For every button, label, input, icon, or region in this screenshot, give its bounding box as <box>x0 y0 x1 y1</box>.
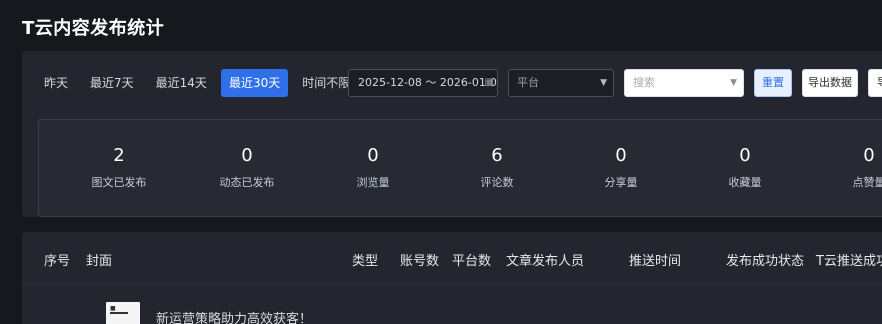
content-table: 序号 封面 类型 账号数 平台数 文章发布人员 推送时间 发布成功状态 T云推送… <box>22 232 882 324</box>
column-header: 封面 <box>86 254 113 269</box>
export-data-button[interactable]: 导出数据 <box>802 69 858 97</box>
stat-item: 0 收藏量 <box>695 146 795 190</box>
column-header: 推送时间 <box>629 254 682 269</box>
stat-label: 分享量 <box>604 176 638 189</box>
stats-summary: 2 图文已发布 0 动态已发布 0 浏览量 6 评论数 0 分享量 0 收藏量 … <box>38 119 882 217</box>
chevron-down-icon: ▼ <box>730 78 737 88</box>
thumbnail-mark-icon: ■ <box>110 305 116 312</box>
stat-item: 6 评论数 <box>447 146 547 190</box>
filter-panel: 昨天 最近7天 最近14天 最近30天 时间不限 2025-12-08 ～ 20… <box>22 51 882 217</box>
platform-placeholder: 平台 <box>517 76 539 89</box>
column-header: 序号 <box>44 254 71 269</box>
stat-value: 0 <box>863 145 875 166</box>
stat-value: 2 <box>113 145 125 166</box>
stat-item: 0 点赞量 <box>819 146 882 190</box>
reset-button[interactable]: 重置 <box>754 69 792 97</box>
stat-value: 0 <box>367 145 379 166</box>
table-row[interactable]: ■ 新运营策略助力高效获客！ <box>22 284 882 324</box>
column-header: 发布成功状态 <box>726 254 805 269</box>
table-header: 序号 封面 类型 账号数 平台数 文章发布人员 推送时间 发布成功状态 T云推送… <box>22 232 882 284</box>
chevron-down-icon: ▼ <box>600 78 607 88</box>
column-header: 类型 <box>352 254 379 269</box>
stat-label: 图文已发布 <box>91 176 147 189</box>
column-header: 平台数 <box>452 254 492 269</box>
platform-select[interactable]: 平台 ▼ <box>508 69 614 97</box>
range-tab-yesterday[interactable]: 昨天 <box>36 69 76 97</box>
date-range-tabs: 昨天 最近7天 最近14天 最近30天 时间不限 <box>36 69 358 97</box>
stat-value: 0 <box>615 145 627 166</box>
stat-item: 2 图文已发布 <box>69 146 169 190</box>
stat-label: 浏览量 <box>356 176 390 189</box>
stat-label: 动态已发布 <box>219 176 275 189</box>
stat-label: 收藏量 <box>728 176 762 189</box>
stat-label: 评论数 <box>480 176 514 189</box>
range-tab-30days[interactable]: 最近30天 <box>220 69 289 97</box>
column-header: 账号数 <box>400 254 440 269</box>
stat-item: 0 浏览量 <box>323 146 423 190</box>
stat-label: 点赞量 <box>852 176 882 189</box>
cover-thumbnail[interactable]: ■ <box>106 302 140 324</box>
search-placeholder: 搜索 <box>633 76 655 89</box>
page-title: T云内容发布统计 <box>22 18 165 39</box>
stat-value: 6 <box>491 145 503 166</box>
column-header: 文章发布人员 <box>506 254 585 269</box>
row-title[interactable]: 新运营策略助力高效获客！ <box>156 308 312 324</box>
extra-action-button[interactable]: 导 <box>868 69 882 97</box>
range-tab-7days[interactable]: 最近7天 <box>82 69 142 97</box>
stat-item: 0 动态已发布 <box>197 146 297 190</box>
range-tab-14days[interactable]: 最近14天 <box>148 69 215 97</box>
stat-item: 0 分享量 <box>571 146 671 190</box>
search-input[interactable]: 搜索 ▼ <box>624 69 744 97</box>
column-header: T云推送成功 <box>816 254 882 269</box>
stat-value: 0 <box>241 145 253 166</box>
date-range-picker[interactable]: 2025-12-08 ～ 2026-01-06 ▦ <box>348 69 498 97</box>
thumbnail-line <box>110 312 128 314</box>
calendar-icon: ▦ <box>484 77 494 88</box>
stat-value: 0 <box>739 145 751 166</box>
date-range-value: 2025-12-08 ～ 2026-01-06 <box>358 76 498 89</box>
